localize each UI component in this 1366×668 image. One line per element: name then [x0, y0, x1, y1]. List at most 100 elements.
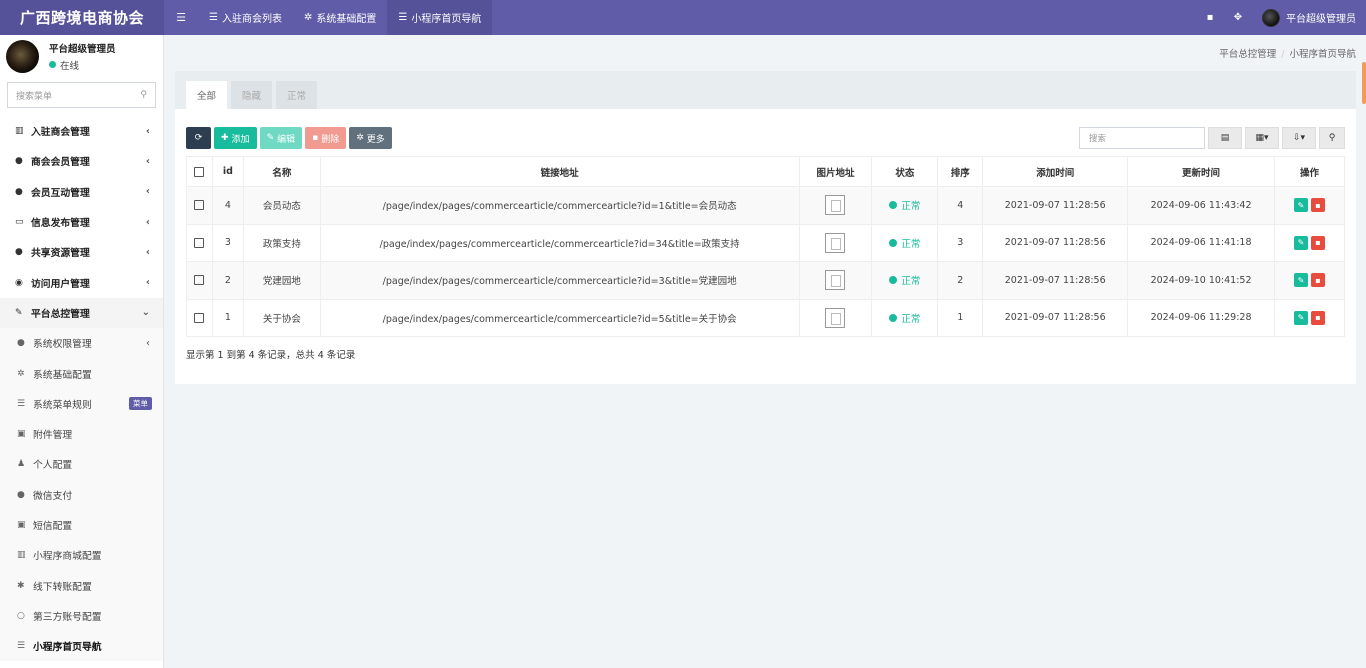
- col-name[interactable]: 名称: [242, 156, 321, 187]
- sidebar-item-members[interactable]: ● 商会会员管理 ‹: [0, 146, 163, 176]
- col-url[interactable]: 链接地址: [319, 156, 800, 187]
- cell-image: [798, 186, 873, 225]
- image-placeholder-icon[interactable]: [825, 307, 846, 328]
- pagination-info: 显示第 1 到第 4 条记录，总共 4 条记录: [186, 350, 356, 361]
- delete-row-button[interactable]: ▪: [1310, 198, 1325, 213]
- columns-icon: ▦▾: [1255, 133, 1269, 143]
- sidebar-item-third-party[interactable]: ○ 第三方账号配置: [0, 600, 163, 632]
- chevron-left-icon: ‹: [145, 186, 150, 198]
- top-tab-miniapp-nav[interactable]: ☰ 小程序首页导航: [387, 0, 493, 35]
- sidebar-item-offline-transfer[interactable]: ✱ 线下转账配置: [0, 570, 163, 601]
- edit-row-button[interactable]: ✎: [1293, 235, 1308, 250]
- top-user-name[interactable]: 平台超级管理员: [1286, 10, 1356, 25]
- edit-row-button[interactable]: ✎: [1293, 310, 1308, 325]
- table-header-row: id 名称 链接地址 图片地址 状态 排序 添加时间 更新时间 操作: [186, 156, 1346, 187]
- col-status[interactable]: 状态: [871, 156, 939, 187]
- sidebar-item-commerce[interactable]: ▥ 入驻商会管理 ‹: [0, 116, 163, 146]
- tab-hidden[interactable]: 隐藏: [231, 81, 272, 109]
- table-row[interactable]: 2 党建园地 /page/index/pages/commercearticle…: [186, 261, 1346, 300]
- toggle-view-button[interactable]: ▤: [1208, 127, 1242, 149]
- sidebar-item-menu-rules[interactable]: ☰ 系统菜单规则 菜单: [0, 388, 163, 419]
- table-search-input[interactable]: 搜索: [1079, 127, 1205, 149]
- top-tab-commerce-list[interactable]: ☰ 入驻商会列表: [198, 0, 293, 35]
- cell-image: [798, 298, 873, 337]
- sidebar-item-mall-config[interactable]: ▥ 小程序商城配置: [0, 540, 163, 571]
- image-placeholder-icon[interactable]: [825, 270, 846, 291]
- data-table: id 名称 链接地址 图片地址 状态 排序 添加时间 更新时间 操作 4 会员动…: [186, 156, 1346, 337]
- top-tab-system-config[interactable]: ✲ 系统基础配置: [293, 0, 387, 35]
- table-row[interactable]: 3 政策支持 /page/index/pages/commercearticle…: [186, 223, 1346, 262]
- file-image-icon: ▣: [17, 429, 26, 440]
- breadcrumb-parent[interactable]: 平台总控管理: [1219, 49, 1276, 60]
- delete-button[interactable]: ▪ 删除: [305, 127, 347, 149]
- gear-icon: ✲: [17, 368, 25, 379]
- fullscreen-icon[interactable]: ✥: [1224, 12, 1252, 23]
- tab-all[interactable]: 全部: [186, 81, 227, 109]
- advanced-search-button[interactable]: ⚲: [1319, 127, 1345, 149]
- export-button[interactable]: ⇩▾: [1282, 127, 1316, 149]
- sms-icon: ▣: [17, 520, 26, 530]
- col-sort[interactable]: 排序: [937, 156, 984, 187]
- image-placeholder-icon[interactable]: [825, 195, 846, 216]
- table-row[interactable]: 1 关于协会 /page/index/pages/commercearticle…: [186, 298, 1346, 337]
- menu-search-input[interactable]: 搜索菜单 ⚲: [7, 82, 156, 108]
- chevron-left-icon: ‹: [145, 155, 150, 167]
- cell-status[interactable]: 正常: [871, 223, 939, 262]
- export-icon: ⇩▾: [1292, 133, 1306, 143]
- cell-status[interactable]: 正常: [871, 298, 939, 337]
- chevron-left-icon: ‹: [145, 125, 150, 137]
- sidebar-item-miniapp-nav[interactable]: ☰ 小程序首页导航: [0, 631, 163, 662]
- table-row[interactable]: 4 会员动态 /page/index/pages/commercearticle…: [186, 186, 1346, 225]
- sidebar-item-attachments[interactable]: ▣ 附件管理: [0, 418, 163, 450]
- trash-icon[interactable]: ▪: [1196, 12, 1224, 23]
- avatar[interactable]: [1262, 8, 1280, 27]
- menu-badge: 菜单: [129, 397, 152, 411]
- sidebar-item-platform[interactable]: ✎ 平台总控管理 ⌄: [0, 297, 163, 329]
- sidebar-item-publish[interactable]: ▭ 信息发布管理 ‹: [0, 207, 163, 237]
- list-icon: ☰: [17, 398, 26, 409]
- sidebar-item-visitors[interactable]: ◉ 访问用户管理 ‹: [0, 267, 163, 297]
- delete-row-button[interactable]: ▪: [1310, 310, 1325, 325]
- cell-sort: 3: [937, 223, 984, 262]
- col-created[interactable]: 添加时间: [982, 156, 1129, 187]
- app-logo[interactable]: 广西跨境电商协会: [0, 0, 164, 35]
- columns-button[interactable]: ▦▾: [1245, 127, 1279, 149]
- row-checkbox[interactable]: [186, 298, 213, 337]
- more-button[interactable]: ✲ 更多: [349, 127, 392, 149]
- select-all-checkbox[interactable]: [186, 156, 213, 187]
- sidebar-item-sms[interactable]: ▣ 短信配置: [0, 509, 163, 541]
- delete-row-button[interactable]: ▪: [1310, 273, 1325, 288]
- sidebar-item-profile[interactable]: ♟ 个人配置: [0, 449, 163, 480]
- add-button[interactable]: ✚ 添加: [214, 127, 257, 149]
- cell-name: 党建园地: [242, 261, 321, 300]
- edit-row-button[interactable]: ✎: [1293, 198, 1308, 213]
- status-dot-icon: [889, 238, 898, 247]
- refresh-button[interactable]: ⟳: [186, 127, 211, 149]
- tab-normal[interactable]: 正常: [276, 81, 317, 109]
- cell-url: /page/index/pages/commercearticle/commer…: [319, 223, 800, 262]
- image-placeholder-icon[interactable]: [825, 232, 846, 253]
- list-icon: ☰: [398, 12, 408, 23]
- cell-url: /page/index/pages/commercearticle/commer…: [319, 298, 800, 337]
- sidebar-item-system-config[interactable]: ✲ 系统基础配置: [0, 358, 163, 389]
- col-image[interactable]: 图片地址: [798, 156, 873, 187]
- delete-row-button[interactable]: ▪: [1310, 235, 1325, 250]
- row-checkbox[interactable]: [186, 261, 213, 300]
- sidebar-item-resources[interactable]: ● 共享资源管理 ‹: [0, 237, 163, 267]
- list-icon: ☰: [209, 12, 218, 23]
- sidebar-item-wechat-pay[interactable]: ● 微信支付: [0, 479, 163, 510]
- col-id[interactable]: id: [211, 156, 244, 187]
- search-icon[interactable]: ⚲: [140, 90, 147, 100]
- scrollbar[interactable]: [1362, 62, 1366, 104]
- cell-status[interactable]: 正常: [871, 186, 939, 225]
- sidebar-toggle-button[interactable]: ☰: [164, 0, 198, 35]
- col-updated[interactable]: 更新时间: [1127, 156, 1275, 187]
- row-checkbox[interactable]: [186, 186, 213, 225]
- cell-status[interactable]: 正常: [871, 261, 939, 300]
- edit-row-button[interactable]: ✎: [1293, 273, 1308, 288]
- sidebar-item-permissions[interactable]: ● 系统权限管理 ‹: [0, 328, 163, 359]
- cell-ops: ✎ ▪: [1273, 298, 1346, 337]
- sidebar-item-interaction[interactable]: ● 会员互动管理 ‹: [0, 177, 163, 207]
- row-checkbox[interactable]: [186, 223, 213, 262]
- edit-button[interactable]: ✎ 编辑: [259, 127, 303, 149]
